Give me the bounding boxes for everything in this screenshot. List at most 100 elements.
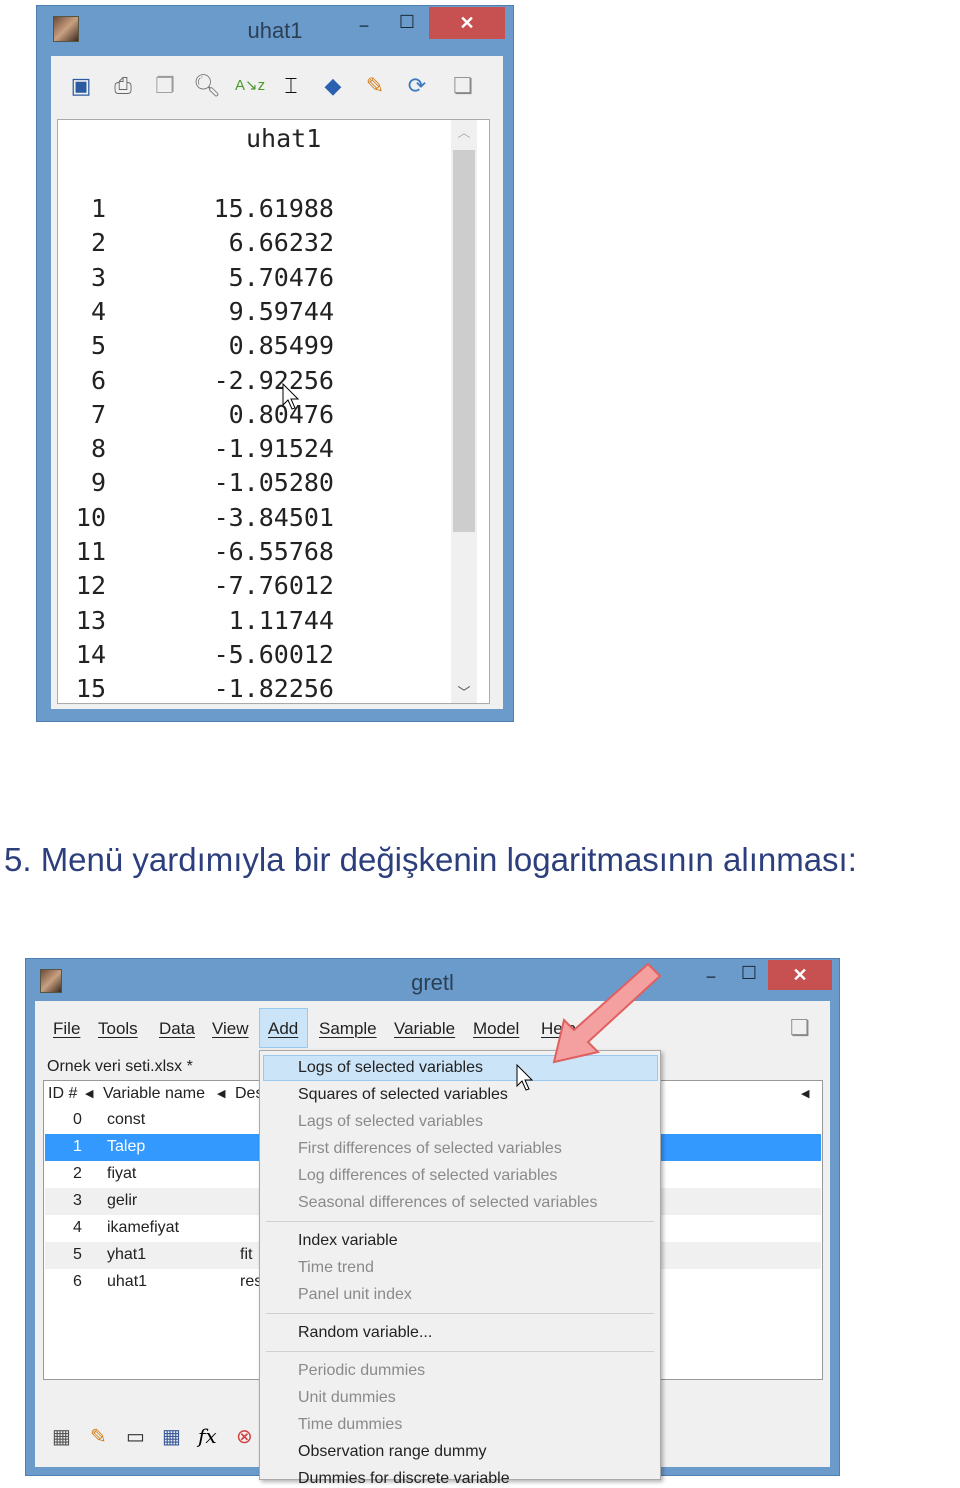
data-row: 6 -2.92256 <box>58 366 358 400</box>
row-id: 5 <box>73 1246 82 1263</box>
menu-model[interactable]: Model <box>473 1019 519 1039</box>
script-icon[interactable]: ✎ <box>90 1424 107 1449</box>
data-row: 1 15.61988 <box>58 194 358 228</box>
data-row: 3 5.70476 <box>58 263 358 297</box>
menu-item[interactable]: Dummies for discrete variable <box>298 1470 510 1488</box>
maximize-button[interactable]: ☐ <box>734 963 764 984</box>
row-value: -1.82256 <box>213 674 334 704</box>
data-text-view[interactable]: uhat1 1 15.61988 2 6.66232 3 5.70476 4 9.59744 5… <box>57 119 490 704</box>
row-value: -5.60012 <box>213 639 334 669</box>
row-index: 13 <box>75 605 106 635</box>
plot-icon[interactable]: ◆ <box>319 72 347 100</box>
minimize-button[interactable]: − <box>349 16 379 37</box>
row-value: 0.85499 <box>228 331 334 361</box>
sort-icon[interactable]: A↘z <box>235 72 265 100</box>
menu-item[interactable]: Log differences of selected variables <box>298 1167 557 1185</box>
row-index: 2 <box>90 228 106 258</box>
menu-item[interactable]: Index variable <box>298 1232 398 1250</box>
menu-item[interactable]: Lags of selected variables <box>298 1113 483 1131</box>
help-icon[interactable]: ⊗ <box>236 1424 253 1449</box>
save-icon[interactable]: ▣ <box>67 72 95 100</box>
dataset-label: Ornek veri seti.xlsx * <box>47 1058 193 1075</box>
menu-view[interactable]: View <box>212 1019 249 1039</box>
column-id[interactable]: ID # <box>48 1085 77 1103</box>
title-bar[interactable]: uhat1 − ☐ ✕ <box>37 6 513 50</box>
session-icon[interactable]: ▦ <box>162 1424 181 1449</box>
column-variable-name[interactable]: Variable name <box>103 1085 205 1103</box>
data-row: 13 1.11744 <box>58 606 358 640</box>
row-value: -7.76012 <box>213 571 334 601</box>
row-id: 3 <box>73 1192 82 1209</box>
minimize-button[interactable]: − <box>696 967 726 988</box>
scroll-down-icon[interactable]: ﹀ <box>451 682 477 701</box>
menu-item[interactable]: Panel unit index <box>298 1286 412 1304</box>
calculator-icon[interactable]: ▦ <box>52 1424 71 1449</box>
row-value: 9.59744 <box>228 296 334 326</box>
row-value: 1.11744 <box>228 605 334 635</box>
scroll-up-icon[interactable]: ︿ <box>451 122 477 141</box>
menu-tools[interactable]: Tools <box>98 1019 138 1039</box>
row-variable-name: fiyat <box>107 1165 137 1182</box>
row-index: 10 <box>75 502 106 532</box>
row-value: 15.61988 <box>213 194 334 223</box>
scrollbar[interactable]: ︿ ﹀ <box>451 120 477 703</box>
print-icon[interactable]: ⎙ <box>109 72 137 100</box>
row-variable-name: ikamefiyat <box>107 1219 180 1236</box>
mouse-cursor-icon <box>516 1064 534 1091</box>
menu-sample[interactable]: Sample <box>319 1019 377 1039</box>
menu-item[interactable]: Random variable... <box>298 1324 432 1342</box>
menu-data[interactable]: Data <box>159 1019 195 1039</box>
windows-icon[interactable]: ❏ <box>449 72 477 100</box>
close-button[interactable]: ✕ <box>768 960 832 990</box>
sort-icon[interactable]: ◀ <box>217 1087 225 1100</box>
menu-file[interactable]: File <box>53 1019 80 1039</box>
row-index: 12 <box>75 571 106 601</box>
row-value: -6.55768 <box>213 537 334 566</box>
menu-item[interactable]: Squares of selected variables <box>298 1086 508 1104</box>
scrollbar-thumb[interactable] <box>453 150 475 532</box>
row-value: 6.66232 <box>228 228 334 258</box>
row-index: 9 <box>90 468 106 498</box>
menu-separator <box>266 1221 654 1222</box>
row-index: 7 <box>90 399 106 429</box>
menu-item[interactable]: Time dummies <box>298 1416 402 1434</box>
menu-variable[interactable]: Variable <box>394 1019 455 1039</box>
menu-item[interactable]: Observation range dummy <box>298 1443 487 1461</box>
menu-item[interactable]: Time trend <box>298 1259 374 1277</box>
row-variable-name: gelir <box>107 1192 138 1209</box>
row-value: 5.70476 <box>228 262 334 292</box>
menu-item[interactable]: Periodic dummies <box>298 1362 425 1380</box>
data-row: 7 0.80476 <box>58 400 358 434</box>
row-index: 15 <box>75 674 106 704</box>
row-index: 11 <box>75 537 106 566</box>
close-button[interactable]: ✕ <box>429 7 505 39</box>
title-bar[interactable]: gretl − ☐ ✕ <box>26 959 839 1003</box>
copy-icon[interactable]: ❐ <box>151 72 179 100</box>
menu-item[interactable]: Logs of selected variables <box>298 1059 483 1077</box>
row-index: 6 <box>90 365 106 395</box>
console-icon[interactable]: ▭ <box>126 1424 145 1449</box>
boxplot-icon[interactable]: ⌶ <box>277 72 305 100</box>
row-id: 1 <box>73 1138 82 1155</box>
menu-item[interactable]: First differences of selected variables <box>298 1140 562 1158</box>
maximize-button[interactable]: ☐ <box>392 12 422 33</box>
row-variable-name: yhat1 <box>107 1246 147 1263</box>
menu-add[interactable]: Add <box>268 1019 298 1039</box>
row-id: 2 <box>73 1165 82 1182</box>
function-icon[interactable]: fx <box>198 1424 217 1448</box>
edit-icon[interactable]: ✎ <box>361 72 389 100</box>
menu-item[interactable]: Unit dummies <box>298 1389 396 1407</box>
row-value: -2.92256 <box>213 365 334 395</box>
search-icon[interactable]: 🔍︎ <box>193 72 221 100</box>
data-row: 11 -6.55768 <box>58 537 358 571</box>
column-header: uhat1 <box>246 124 322 153</box>
menu-item[interactable]: Seasonal differences of selected variabl… <box>298 1194 597 1212</box>
refresh-icon[interactable]: ⟳ <box>403 72 431 100</box>
scroll-left-icon[interactable]: ◀ <box>801 1087 809 1100</box>
row-value: -3.84501 <box>213 502 334 532</box>
row-index: 4 <box>90 296 106 326</box>
row-value: -1.05280 <box>213 468 334 498</box>
data-row: 15 -1.82256 <box>58 674 358 704</box>
sort-icon[interactable]: ◀ <box>85 1087 93 1100</box>
windows-icon[interactable]: ❏ <box>790 1015 810 1041</box>
